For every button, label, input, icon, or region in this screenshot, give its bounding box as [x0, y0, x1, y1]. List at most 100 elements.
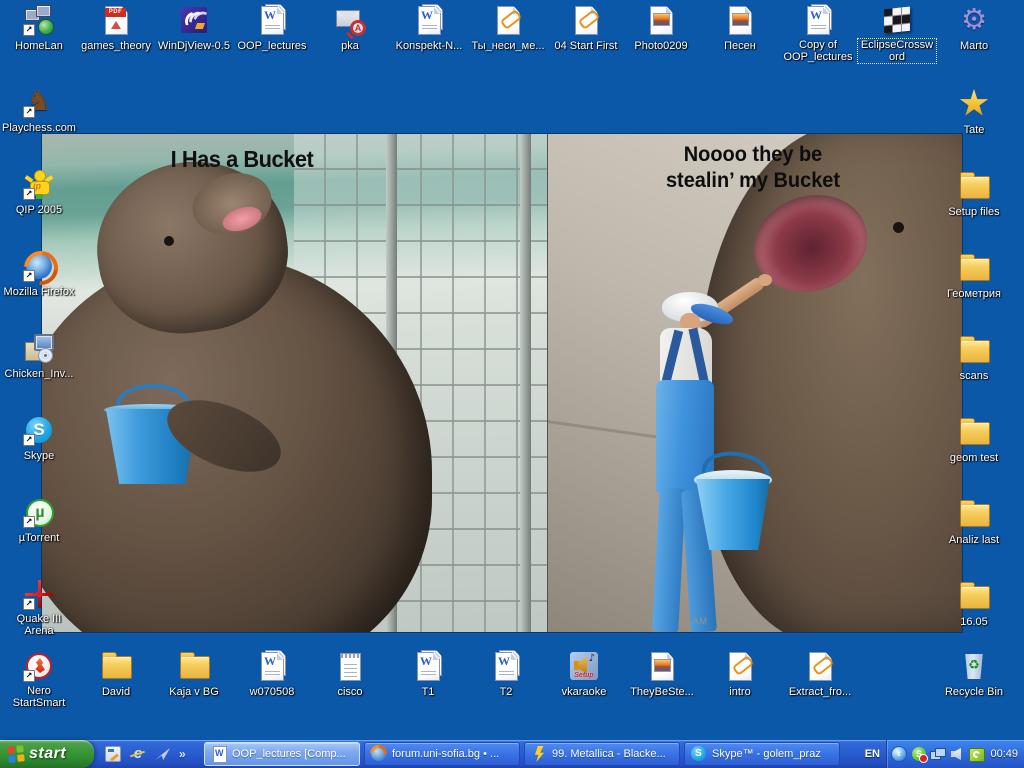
desktop-icon-photo0209[interactable]: Photo0209: [622, 4, 700, 54]
desktop-icon-label: Tate: [963, 124, 986, 136]
quick-launch-overflow-chevron[interactable]: »: [179, 747, 186, 761]
desktop-icon-песен[interactable]: Песен: [701, 4, 779, 54]
desktop-icon-copy-of-oop-lectures[interactable]: W Copy of OOP_lectures: [779, 4, 857, 65]
desktop-icon-marto[interactable]: ⚙Marto: [935, 4, 1013, 54]
task-button-label: forum.uni-sofia.bg • ...: [392, 748, 499, 760]
desktop-icon-eclipsecrossword[interactable]: EclipseCrossword: [858, 4, 936, 65]
desktop-icon-kaja-v-bg[interactable]: Kaja v BG: [155, 650, 233, 700]
meme-caption-left: I Has a Bucket: [76, 146, 409, 173]
watermark: JJ.AM: [678, 616, 708, 626]
desktop-icon-label: T2: [499, 686, 514, 698]
wallpaper-right-photo: Noooo they be stealin’ my Bucket JJ.AM: [547, 134, 962, 632]
tray-icons: S: [911, 746, 984, 762]
desktop-icon-label: cisco: [336, 686, 363, 698]
attach-icon: [492, 4, 524, 36]
desktop-icon-geom-test[interactable]: geom test: [935, 416, 1013, 466]
quick-launch-messenger-icon[interactable]: [154, 745, 172, 763]
desktop-icon-w070508[interactable]: Ww070508: [233, 650, 311, 700]
desktop-icon-t1[interactable]: WT1: [389, 650, 467, 700]
desktop-icon-04-start-first[interactable]: 04 Start First: [547, 4, 625, 54]
task-button-forum-uni-sofia-bg[interactable]: forum.uni-sofia.bg • ...: [364, 742, 520, 766]
desktop-icon-mozilla-firefox[interactable]: ↗Mozilla Firefox: [0, 250, 78, 300]
attach-icon: [724, 650, 756, 682]
desktop-icon-tate[interactable]: Tate: [935, 88, 1013, 138]
windows-logo-icon: [7, 745, 25, 763]
desktop-icon-ты-неси-ме[interactable]: Ты_неси_ме...: [469, 4, 547, 54]
start-button[interactable]: start: [0, 740, 94, 768]
image-icon: [645, 4, 677, 36]
desktop-icon-qip-2005[interactable]: ip↗QIP 2005: [0, 168, 78, 218]
desktop-icon-nero-startsmart[interactable]: ↗ Nero StartSmart: [0, 650, 78, 711]
tray-volume-icon[interactable]: [949, 746, 965, 762]
tray-collapse-chevron-icon[interactable]: ‹: [891, 746, 907, 762]
desktop-icon-label: Ты_неси_ме...: [470, 40, 545, 52]
qip-icon: ip↗: [23, 168, 55, 200]
desktop-icon-label: EclipseCrossword: [858, 39, 936, 63]
quick-launch-internet-explorer-icon[interactable]: e: [129, 745, 147, 763]
folder-icon: [958, 580, 990, 612]
desktop-icon-konspekt-n[interactable]: WKonspekt-N...: [390, 4, 468, 54]
desktop-icon-quake-iii-arena[interactable]: ↗Quake III Arena: [0, 578, 78, 639]
desktop-icon-label: Setup files: [947, 206, 1000, 218]
language-indicator[interactable]: EN: [865, 740, 880, 768]
walrus-eye-illustration: [164, 236, 174, 246]
desktop-icon-µtorrent[interactable]: µ↗µTorrent: [0, 496, 78, 546]
shortcut-arrow-icon: ↗: [23, 24, 35, 36]
desktop-icon-label: scans: [959, 370, 990, 382]
word-icon: W: [412, 650, 444, 682]
desktop-icon-analiz-last[interactable]: Analiz last: [935, 498, 1013, 548]
desktop-icon-skype[interactable]: S↗Skype: [0, 414, 78, 464]
task-button-oop-lectures-comp[interactable]: WOOP_lectures [Comp...: [204, 742, 360, 766]
folder-icon: [100, 650, 132, 682]
desktop-icon-label: intro: [728, 686, 751, 698]
task-button-label: Skype™ - golem_praz: [712, 748, 821, 760]
desktop-icon-16-05[interactable]: 16.05: [935, 580, 1013, 630]
desktop-icon-label: Mozilla Firefox: [3, 286, 76, 298]
desktop-icon-label: Геометрия: [946, 288, 1002, 300]
desktop-icon-scans[interactable]: scans: [935, 334, 1013, 384]
task-button-skype-golem-praz[interactable]: SSkype™ - golem_praz: [684, 742, 840, 766]
task-button-99-metallica-blacke[interactable]: 99. Metallica - Blacke...: [524, 742, 680, 766]
desktop-icon-pka[interactable]: Apka: [311, 4, 389, 54]
desktop-icon-playchess-com[interactable]: ♞↗Playchess.com: [0, 86, 78, 136]
word-icon: W: [802, 4, 834, 36]
quick-launch-show-desktop-icon[interactable]: [104, 745, 122, 763]
desktop-icon-oop-lectures[interactable]: WOOP_lectures: [233, 4, 311, 54]
desktop-icon-extract-fro[interactable]: Extract_fro...: [781, 650, 859, 700]
desktop-icon-label: Copy of OOP_lectures: [779, 39, 857, 63]
attach-icon: [570, 4, 602, 36]
tray-network-icon[interactable]: [930, 746, 946, 762]
desktop-icon-games-theory[interactable]: PDFgames_theory: [77, 4, 155, 54]
folder-icon: [958, 170, 990, 202]
desktop-icon-intro[interactable]: intro: [701, 650, 779, 700]
desktop-icon-t2[interactable]: WT2: [467, 650, 545, 700]
desktop-icon-геометрия[interactable]: Геометрия: [935, 252, 1013, 302]
nero-icon: ↗: [23, 650, 55, 682]
knight-icon: ♞↗: [23, 86, 55, 118]
desktop-icon-chicken-inv[interactable]: Chicken_Inv...: [0, 332, 78, 382]
desktop-icon-label: games_theory: [80, 40, 152, 52]
desktop-icon-vkaraoke[interactable]: ♪Setupvkaraoke: [545, 650, 623, 700]
desktop-icon-cisco[interactable]: cisco: [311, 650, 389, 700]
desktop-icon-recycle-bin[interactable]: ♻Recycle Bin: [935, 650, 1013, 700]
desktop-icon-setup-files[interactable]: Setup files: [935, 170, 1013, 220]
desktop-icon-label: Песен: [723, 40, 757, 52]
desktop-icon-label: David: [101, 686, 131, 698]
desktop-icon-david[interactable]: David: [77, 650, 155, 700]
utorrent-icon: µ↗: [23, 496, 55, 528]
desktop-icon-windjview-0-5[interactable]: WinDjView-0.5: [155, 4, 233, 54]
network-icon: ↗: [23, 4, 55, 36]
tray-display-icon[interactable]: [968, 746, 984, 762]
shortcut-arrow-icon: ↗: [23, 516, 35, 528]
desktop-icon-label: Nero StartSmart: [0, 685, 78, 709]
folder-icon: [958, 252, 990, 284]
folder-icon: [178, 650, 210, 682]
seal-eye-illustration: [893, 222, 904, 233]
installer-icon: [23, 332, 55, 364]
taskbar-clock[interactable]: 00:49: [990, 748, 1018, 760]
tray-skype-icon[interactable]: S: [911, 746, 927, 762]
shortcut-arrow-icon: ↗: [23, 598, 35, 610]
desktop-icon-homelan[interactable]: ↗HomeLan: [0, 4, 78, 54]
desktop-icon-theybeste[interactable]: TheyBeSte...: [623, 650, 701, 700]
desktop-icon-label: OOP_lectures: [236, 40, 307, 52]
